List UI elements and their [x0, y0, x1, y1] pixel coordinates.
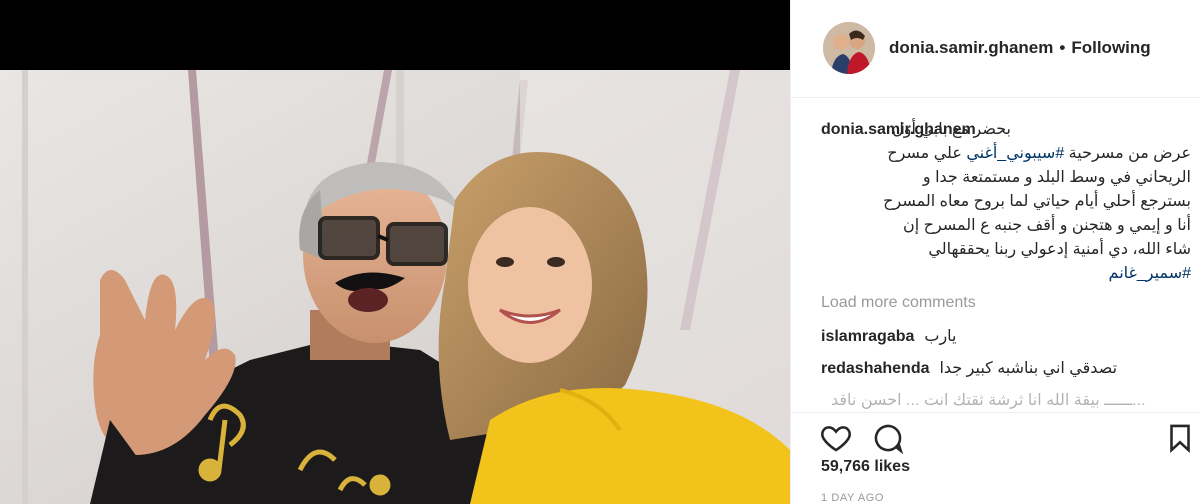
- post-photo[interactable]: [0, 0, 790, 504]
- load-more-comments-button[interactable]: Load more comments: [821, 294, 976, 312]
- caption-line-7: #سمير_غانم: [819, 262, 1191, 286]
- header-separator: •: [1059, 38, 1066, 57]
- hashtag-link[interactable]: #سمير_غانم: [1109, 265, 1191, 282]
- caption-line-2: عرض من مسرحية #سيبوني_أغني علي مسرح: [819, 142, 1191, 166]
- following-button[interactable]: Following: [1071, 38, 1150, 57]
- post-timestamp[interactable]: 1 DAY AGO: [821, 492, 884, 504]
- heart-icon[interactable]: [819, 421, 853, 455]
- photo-illustration: [0, 0, 790, 504]
- caption-line-4: بسترجع أحلي أيام حياتي لما بروح معاه الم…: [883, 193, 1191, 210]
- comment-username[interactable]: redashahenda: [821, 360, 929, 377]
- caption-line-6: شاء الله، دي أمنية إدعولي ربنا يحققهالي: [928, 241, 1191, 258]
- comment-text: يارب: [924, 328, 957, 345]
- header-user-line: donia.samir.ghanem • Following: [889, 38, 1151, 58]
- post-caption: donia.samir.ghanem بحضر مع بابي أول عرض …: [819, 118, 1191, 286]
- caption-line-5: أنا و إيمي و هتجنن و أقف جنبه ع المسرح إ…: [902, 217, 1191, 234]
- post-header: donia.samir.ghanem • Following: [791, 0, 1200, 98]
- comment-username[interactable]: islamragaba: [821, 328, 914, 345]
- post-side-panel: donia.samir.ghanem • Following donia.samir…: [790, 0, 1200, 504]
- avatar-image: [823, 22, 875, 74]
- post-actions: 59,766 likes 1 DAY AGO: [791, 412, 1200, 504]
- comment-text: تصدقي اني بناشبه كبير جدا: [939, 360, 1118, 377]
- comment-text: ...ــــــ بيقة الله انا ثرشة ثقتك انت ..…: [831, 392, 1146, 409]
- comment-item: redashahenda تصدقي اني بناشبه كبير جدا: [821, 358, 1117, 378]
- caption-username[interactable]: donia.samir.ghanem: [821, 118, 976, 142]
- likes-count[interactable]: 59,766 likes: [821, 458, 910, 476]
- comment-item: ...ــــــ بيقة الله انا ثرشة ثقتك انت ..…: [821, 390, 1146, 410]
- comments-section[interactable]: donia.samir.ghanem بحضر مع بابي أول عرض …: [791, 110, 1196, 412]
- comment-icon[interactable]: [871, 421, 905, 455]
- header-username[interactable]: donia.samir.ghanem: [889, 38, 1053, 57]
- caption-line-3: الريحاني في وسط البلد و مستمتعة جدا و: [922, 169, 1191, 186]
- bookmark-icon[interactable]: [1163, 421, 1197, 455]
- comment-item: islamragaba يارب: [821, 326, 957, 346]
- caption-text: عرض من مسرحية: [1064, 145, 1191, 162]
- hashtag-link[interactable]: #سيبوني_أغني: [966, 145, 1064, 162]
- caption-text: علي مسرح: [887, 145, 967, 162]
- avatar[interactable]: [823, 22, 875, 74]
